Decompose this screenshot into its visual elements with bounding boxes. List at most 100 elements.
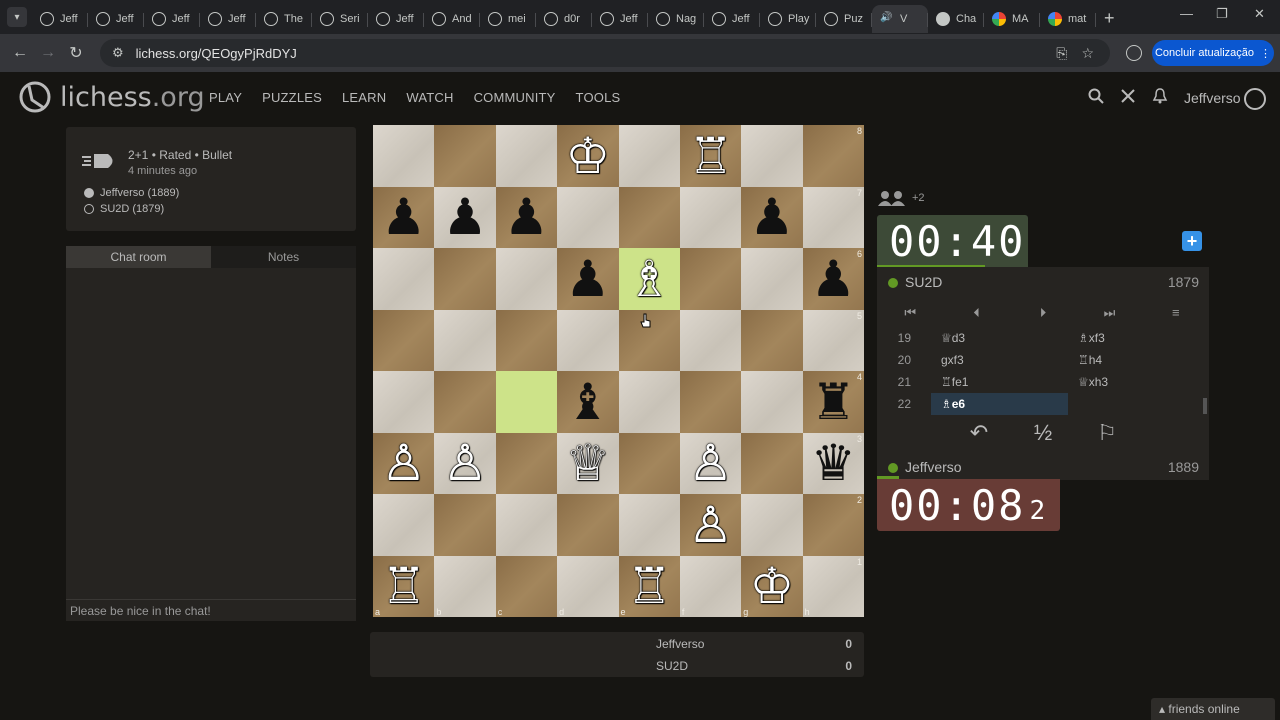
square-a1[interactable]: a ♖	[373, 555, 435, 617]
challenge-swords-icon[interactable]	[1120, 88, 1136, 104]
square-e4[interactable]	[618, 371, 680, 433]
browser-tab[interactable]: Jeff	[368, 5, 424, 33]
square-h7[interactable]: 7	[802, 186, 864, 248]
browser-tab[interactable]: Jeff	[200, 5, 256, 33]
last-move-button[interactable]: ⏭	[1076, 299, 1142, 327]
square-b2[interactable]	[434, 494, 496, 556]
square-f3[interactable]: ♙	[679, 432, 742, 494]
square-b1[interactable]: b	[434, 555, 496, 617]
white-move[interactable]: ♖fe1	[931, 371, 1068, 393]
nav-tools[interactable]: TOOLS	[576, 90, 621, 105]
tab-notes[interactable]: Notes	[211, 246, 356, 268]
white-player-info[interactable]: Jeffverso (1889)	[84, 187, 179, 199]
black-rook-icon[interactable]: ♜	[811, 377, 856, 427]
chess-board[interactable]: ♔ ♖ 8 ♟ ♟ ♟ ♟ 7 ♟ ♗ 6 ♟ 5 ♝ 4 ♜ ♙ ♙ ♕ ♙ 3 ♛ ♙ 2 a ♖ b c d e ♖ f g ♔ 1 h	[373, 125, 864, 617]
crosstable-name[interactable]: Jeffverso	[656, 637, 704, 651]
notifications-bell-icon[interactable]	[1152, 88, 1168, 104]
browser-tab[interactable]: Cha	[928, 5, 984, 33]
black-move[interactable]: ♖h4	[1068, 349, 1205, 371]
square-c5[interactable]	[495, 309, 558, 371]
square-h5[interactable]: 5	[802, 309, 864, 371]
forward-button[interactable]: →	[34, 44, 62, 62]
square-d7[interactable]	[557, 186, 619, 248]
square-d2[interactable]	[557, 494, 619, 556]
back-button[interactable]: ←	[6, 44, 34, 62]
white-move[interactable]: gxf3	[931, 349, 1068, 371]
user-menu[interactable]: Jeffverso	[1184, 90, 1241, 106]
browser-tab[interactable]: Jeff	[592, 5, 648, 33]
square-b6[interactable]	[434, 248, 496, 310]
white-king-icon[interactable]: ♔	[565, 131, 610, 181]
square-d8[interactable]: ♔	[557, 125, 619, 187]
browser-tab[interactable]: The	[256, 5, 312, 33]
square-b8[interactable]	[434, 125, 496, 187]
browser-tab[interactable]: mei	[480, 5, 536, 33]
square-a3[interactable]: ♙	[373, 432, 435, 494]
square-d5[interactable]	[557, 309, 619, 371]
square-a4[interactable]	[373, 371, 435, 433]
square-g8[interactable]	[741, 125, 803, 187]
nav-learn[interactable]: LEARN	[342, 90, 386, 105]
square-g4[interactable]	[741, 371, 803, 433]
close-window-button[interactable]: ✕	[1254, 6, 1265, 22]
square-g3[interactable]	[741, 432, 803, 494]
square-e3[interactable]	[618, 432, 680, 494]
white-bishop-icon[interactable]: ♗	[627, 254, 672, 304]
give-time-button[interactable]: +	[1182, 231, 1202, 251]
black-queen-icon[interactable]: ♛	[811, 438, 856, 488]
square-h2[interactable]: 2	[802, 494, 864, 556]
nav-play[interactable]: PLAY	[209, 90, 242, 105]
square-c2[interactable]	[495, 494, 558, 556]
square-e7[interactable]	[618, 186, 680, 248]
restore-button[interactable]: ❐	[1216, 6, 1228, 22]
white-pawn-icon[interactable]: ♙	[443, 438, 488, 488]
square-d1[interactable]: d	[557, 555, 619, 617]
square-f2[interactable]: ♙	[679, 494, 742, 556]
menu-hamburger-icon[interactable]: ≡	[1143, 299, 1209, 327]
square-c8[interactable]	[495, 125, 558, 187]
square-f1[interactable]: f	[679, 555, 742, 617]
browser-tab[interactable]: MA	[984, 5, 1040, 33]
first-move-button[interactable]: ⏮	[877, 299, 943, 327]
square-c7[interactable]: ♟	[495, 186, 558, 248]
browser-profile-icon[interactable]	[1126, 45, 1142, 61]
black-pawn-icon[interactable]: ♟	[504, 192, 549, 242]
square-h6[interactable]: 6 ♟	[802, 248, 864, 310]
new-tab-button[interactable]: +	[1104, 8, 1115, 29]
square-g7[interactable]: ♟	[741, 186, 803, 248]
white-queen-icon[interactable]: ♕	[565, 438, 610, 488]
white-pawn-icon[interactable]: ♙	[688, 500, 733, 550]
reload-button[interactable]: ↻	[62, 43, 90, 63]
browser-tab[interactable]: Jeff	[32, 5, 88, 33]
browser-tab[interactable]: Jeff	[704, 5, 760, 33]
next-move-button[interactable]: ⏵	[1010, 299, 1076, 327]
square-b4[interactable]	[434, 371, 496, 433]
black-pawn-icon[interactable]: ♟	[443, 192, 488, 242]
install-app-icon[interactable]: ⎘	[1056, 45, 1067, 62]
black-pawn-icon[interactable]: ♟	[750, 192, 795, 242]
browser-tab[interactable]: Play	[760, 5, 816, 33]
square-e6[interactable]: ♗	[618, 248, 680, 310]
square-c6[interactable]	[495, 248, 558, 310]
square-g6[interactable]	[741, 248, 803, 310]
square-d3[interactable]: ♕	[557, 432, 619, 494]
black-move[interactable]: ♕xh3	[1068, 371, 1205, 393]
square-a8[interactable]	[373, 125, 435, 187]
bookmark-star-icon[interactable]: ☆	[1081, 45, 1094, 62]
square-d6[interactable]: ♟	[557, 248, 619, 310]
square-f8[interactable]: ♖	[679, 125, 742, 187]
square-f6[interactable]	[679, 248, 742, 310]
square-h3[interactable]: 3 ♛	[802, 432, 864, 494]
square-e2[interactable]	[618, 494, 680, 556]
white-move[interactable]: ♕d3	[931, 327, 1068, 349]
square-a6[interactable]	[373, 248, 435, 310]
browser-tab[interactable]: Seri	[312, 5, 368, 33]
black-pawn-icon[interactable]: ♟	[565, 254, 610, 304]
crosstable-name[interactable]: SU2D	[656, 659, 688, 673]
white-move[interactable]: ♗e6	[931, 393, 1068, 415]
chat-input[interactable]: Please be nice in the chat!	[66, 599, 356, 621]
square-g5[interactable]	[741, 309, 803, 371]
friends-online-toggle[interactable]: ▴ friends online	[1151, 698, 1275, 720]
browser-tab[interactable]: mat	[1040, 5, 1096, 33]
square-a5[interactable]	[373, 309, 435, 371]
